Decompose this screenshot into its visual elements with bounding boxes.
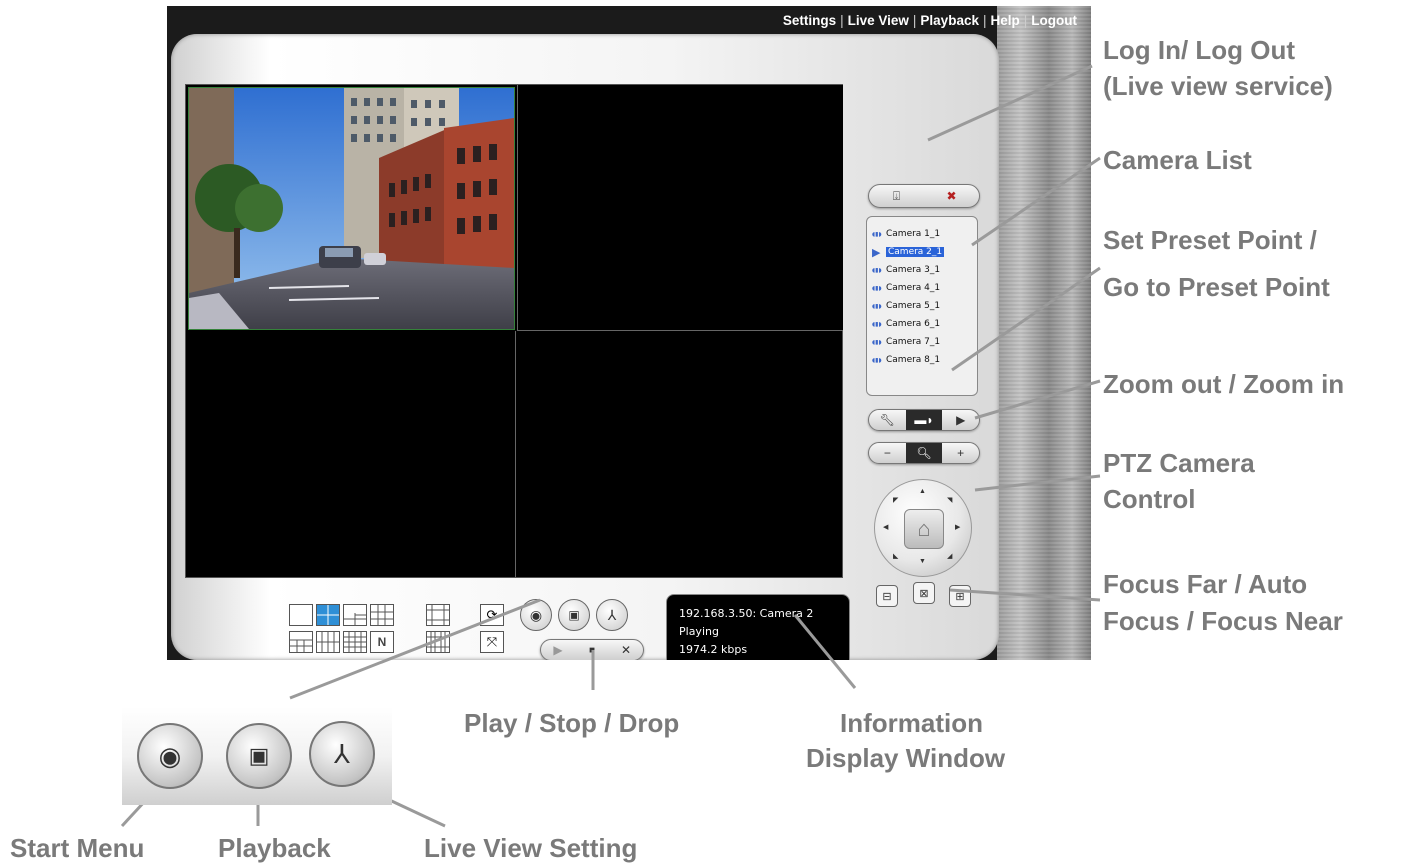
label-login-2: (Live view service) [1103,71,1333,101]
label-ptz-2: Control [1103,484,1196,514]
label-info-2: Display Window [806,743,1006,773]
label-focus-1: Focus Far / Auto [1103,569,1308,599]
label-camera-list: Camera List [1103,145,1252,175]
label-preset-1: Set Preset Point / [1103,225,1317,255]
label-login: Log In/ Log Out [1103,35,1296,65]
label-info-1: Information [840,708,983,738]
live-view-setting-zoom-icon: ⅄ [309,721,375,787]
playback-zoom-icon: ▣ [226,723,292,789]
zoomed-button-strip: ◉ ▣ ⅄ [122,707,392,805]
label-ptz-1: PTZ Camera [1103,448,1255,478]
label-preset-2: Go to Preset Point [1103,272,1330,302]
label-play-stop-drop: Play / Stop / Drop [464,708,680,738]
label-focus-2: Focus / Focus Near [1103,606,1343,636]
label-playback: Playback [218,833,331,863]
label-zoom: Zoom out / Zoom in [1103,369,1345,399]
start-menu-zoom-icon: ◉ [137,723,203,789]
label-live-view-setting: Live View Setting [424,833,638,863]
label-start-menu: Start Menu [10,833,145,863]
